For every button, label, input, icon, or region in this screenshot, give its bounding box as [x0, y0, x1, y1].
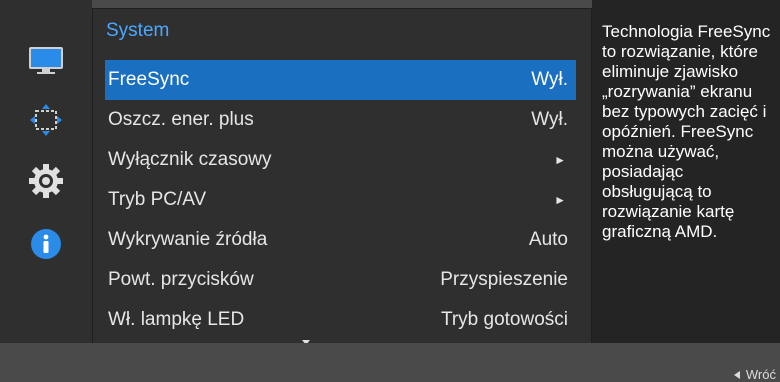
menu-item-key-repeat[interactable]: Powt. przycisków Przyspieszenie	[106, 260, 576, 300]
menu-item-label: Wyłącznik czasowy	[108, 149, 272, 170]
back-button[interactable]: Wróć	[733, 367, 776, 382]
help-panel: Technologia FreeSync to rozwiązanie, któ…	[592, 0, 780, 343]
menu-item-off-timer[interactable]: Wyłącznik czasowy ►	[106, 140, 576, 180]
bottom-guide-bar: Wróć	[0, 343, 780, 382]
menu-item-source-detection[interactable]: Wykrywanie źródła Auto	[106, 220, 576, 260]
back-label: Wróć	[745, 367, 776, 382]
back-arrow-icon	[733, 370, 740, 379]
menu-item-label: Wykrywanie źródła	[108, 229, 268, 250]
menu-item-value: Auto	[528, 229, 568, 250]
system-menu-panel: System FreeSync Wył. Oszcz. ener. plus W…	[92, 8, 592, 351]
menu-list: FreeSync Wył. Oszcz. ener. plus Wył. Wył…	[105, 60, 576, 340]
info-icon[interactable]	[28, 226, 64, 262]
screen-adjust-icon[interactable]	[28, 102, 64, 138]
menu-item-label: Oszcz. ener. plus	[108, 109, 254, 130]
submenu-arrow-icon: ►	[554, 193, 566, 207]
menu-item-eco-saving-plus[interactable]: Oszcz. ener. plus Wył.	[106, 100, 576, 140]
help-description: Technologia FreeSync to rozwiązanie, któ…	[602, 22, 771, 241]
menu-item-label: Tryb PC/AV	[108, 189, 207, 210]
monitor-icon[interactable]	[28, 44, 64, 80]
menu-item-value: Wył.	[531, 69, 568, 90]
gear-icon[interactable]	[28, 163, 64, 199]
menu-item-label: Wł. lampkę LED	[108, 309, 245, 330]
menu-item-power-led[interactable]: Wł. lampkę LED Tryb gotowości	[106, 300, 576, 340]
menu-item-value: Wył.	[531, 109, 568, 130]
menu-item-value: Przyspieszenie	[440, 269, 568, 290]
menu-title: System	[106, 20, 170, 41]
menu-item-freesync[interactable]: FreeSync Wył.	[105, 60, 576, 100]
menu-item-label: Powt. przycisków	[108, 269, 254, 290]
menu-item-value: Tryb gotowości	[440, 309, 568, 330]
menu-item-pc-av-mode[interactable]: Tryb PC/AV ►	[106, 180, 576, 220]
menu-item-label: FreeSync	[108, 69, 190, 90]
submenu-arrow-icon: ►	[554, 153, 566, 167]
category-sidebar	[0, 0, 92, 343]
